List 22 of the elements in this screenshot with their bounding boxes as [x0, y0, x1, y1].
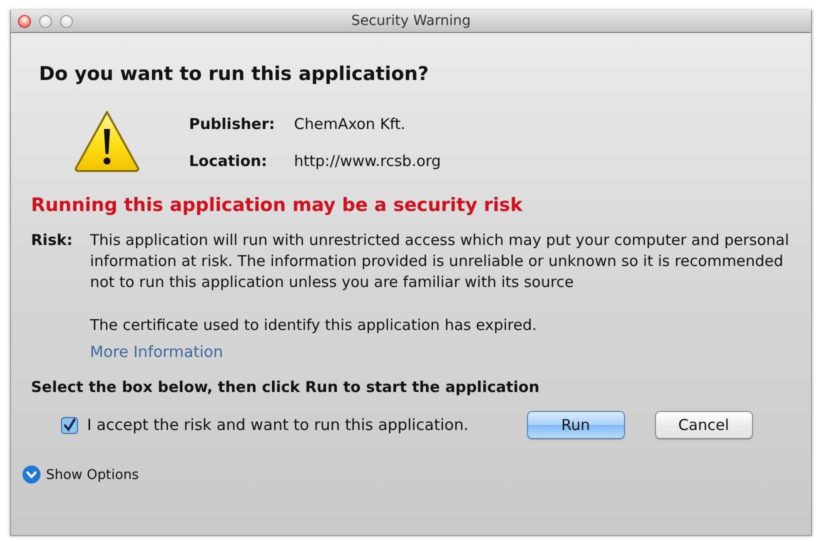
field-value: ChemAxon Kft.: [294, 115, 406, 135]
checkbox-label: I accept the risk and want to run this application.: [87, 416, 469, 434]
risk-text: This application will run with unrestricted access which may put your computer and personal information at risk. The information provided is unreliable or unknown so it is recommended not to run this application unless you are familiar with its source: [90, 230, 790, 293]
minimize-button[interactable]: [39, 14, 52, 28]
disclosure-icon[interactable]: [22, 465, 41, 484]
show-options-label: Show Options: [46, 466, 139, 482]
field-label: Location:: [189, 152, 268, 172]
risk-heading: Running this application may be a security risk: [31, 195, 524, 216]
warning-icon: [73, 109, 141, 173]
risk-label: Risk:: [31, 230, 74, 251]
field-label: Publisher:: [189, 115, 276, 135]
more-information-link[interactable]: More Information: [90, 343, 224, 361]
cancel-button[interactable]: Cancel: [654, 411, 753, 439]
dialog-heading: Do you want to run this application?: [39, 63, 430, 85]
window-title: Security Warning: [351, 13, 471, 29]
checkbox[interactable]: [61, 416, 78, 434]
zoom-button[interactable]: [60, 14, 73, 28]
run-button[interactable]: Run: [526, 411, 625, 439]
close-button[interactable]: [18, 14, 31, 28]
risk-text: The certificate used to identify this application has expired.: [90, 315, 538, 336]
instruction-text: Select the box below, then click Run to start the application: [31, 378, 540, 396]
field-value: http://www.rcsb.org: [294, 152, 441, 172]
